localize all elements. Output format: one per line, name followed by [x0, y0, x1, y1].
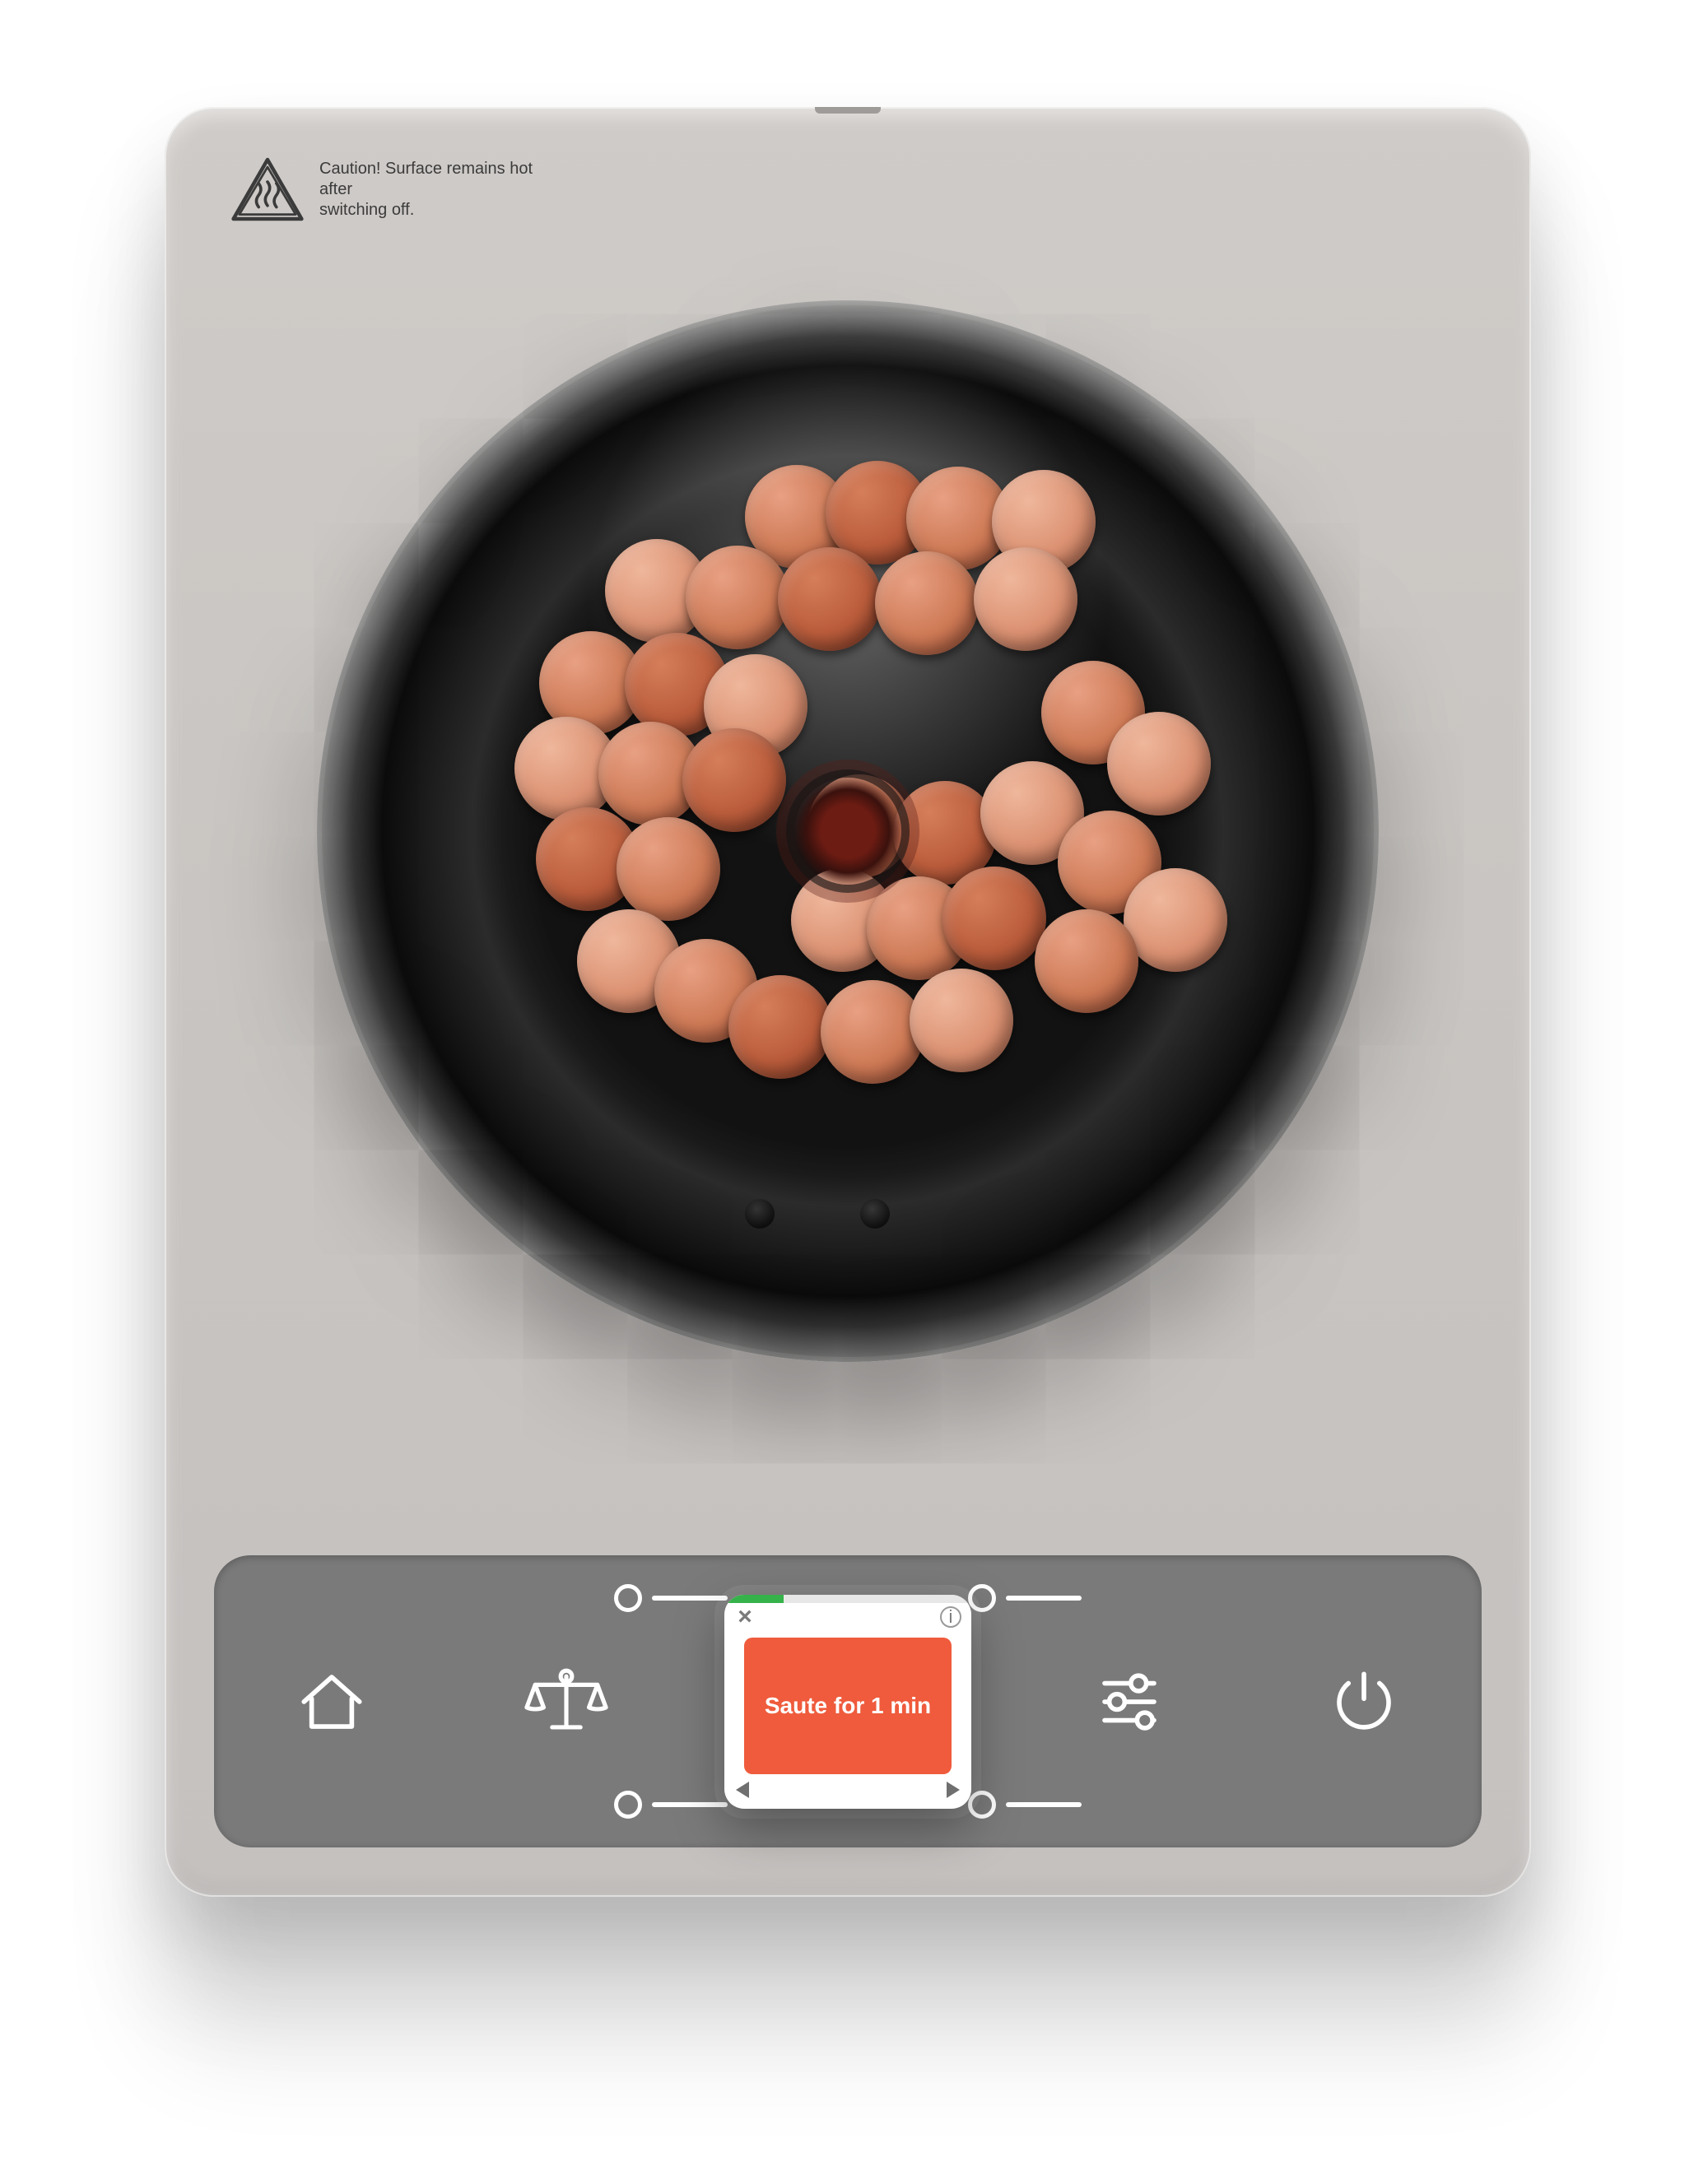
close-button[interactable]: ×: [734, 1606, 756, 1628]
corner-marker: [968, 1791, 1082, 1819]
home-icon: [295, 1665, 369, 1739]
sliders-icon: [1092, 1665, 1166, 1739]
sausage-slice: [875, 551, 979, 655]
corner-marker: [614, 1791, 728, 1819]
power-button[interactable]: [1247, 1665, 1482, 1739]
home-button[interactable]: [214, 1665, 449, 1739]
power-icon: [1327, 1665, 1401, 1739]
sausage-slice: [728, 975, 832, 1079]
pan-relief-dot: [745, 1199, 775, 1229]
caution-label: Caution! Surface remains hot after switc…: [230, 156, 533, 222]
prev-step-button[interactable]: [736, 1782, 749, 1798]
caution-triangle-icon: [230, 156, 305, 222]
sausage-slice: [821, 980, 924, 1084]
sausage-slice: [942, 867, 1046, 970]
frying-pan: [317, 300, 1379, 1362]
instruction-card: Saute for 1 min: [744, 1638, 952, 1774]
instruction-text: Saute for 1 min: [765, 1693, 931, 1719]
progress-fill: [724, 1595, 784, 1603]
touch-screen[interactable]: × i Saute for 1 min: [724, 1595, 971, 1809]
sausage-slice: [1035, 909, 1138, 1013]
corner-marker: [968, 1584, 1082, 1612]
sausage-slice: [617, 817, 720, 921]
scale-icon: [521, 1665, 612, 1739]
top-notch: [815, 107, 881, 114]
pan-relief-dot: [860, 1199, 890, 1229]
control-bar: × i Saute for 1 min: [214, 1555, 1482, 1847]
corner-marker: [614, 1584, 728, 1612]
sausage-slice: [1124, 868, 1227, 972]
next-step-button[interactable]: [947, 1782, 960, 1798]
settings-button[interactable]: [1012, 1665, 1247, 1739]
caution-text: Caution! Surface remains hot after switc…: [319, 159, 533, 221]
sausage-slice: [910, 969, 1013, 1072]
sausage-slice: [682, 728, 786, 832]
canvas: Caution! Surface remains hot after switc…: [0, 0, 1694, 2184]
cooktop-body: Caution! Surface remains hot after switc…: [165, 107, 1531, 1897]
sausage-slice: [807, 774, 911, 878]
sausage-slice: [1107, 712, 1211, 816]
sausage-slice: [778, 547, 882, 651]
info-button[interactable]: i: [940, 1606, 961, 1628]
sausage-slice: [974, 547, 1077, 651]
sausage-slice: [686, 546, 789, 649]
scale-button[interactable]: [449, 1665, 683, 1739]
